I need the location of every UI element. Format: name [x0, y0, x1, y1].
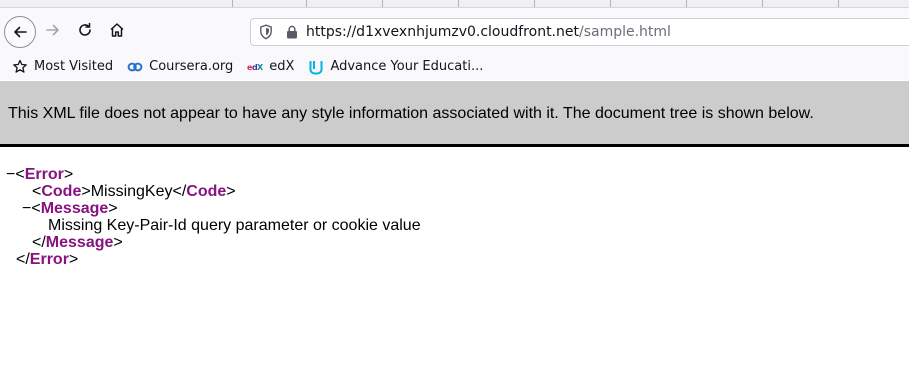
bookmark-edx[interactable]: e d X edX: [243, 56, 298, 78]
collapse-toggle[interactable]: −: [22, 200, 31, 217]
bookmark-coursera[interactable]: Coursera.org: [123, 56, 237, 78]
bookmark-udacity[interactable]: Advance Your Educati...: [304, 56, 487, 78]
url-path: /sample.html: [578, 24, 671, 40]
xml-tag-error: Error: [24, 166, 64, 183]
bookmark-label: Most Visited: [34, 59, 114, 74]
xml-line-message-open: −<Message>: [22, 200, 118, 217]
bookmark-label: Coursera.org: [149, 59, 234, 74]
xml-code-value: MissingKey: [90, 183, 173, 200]
svg-text:X: X: [257, 63, 263, 72]
forward-button[interactable]: [38, 15, 68, 45]
xml-tag-error: Error: [29, 251, 69, 268]
xml-info-text: This XML file does not appear to have an…: [8, 104, 814, 122]
xml-info-banner: This XML file does not appear to have an…: [0, 81, 909, 147]
xml-tag-code: Code: [41, 183, 82, 200]
bookmarks-toolbar: Most Visited Coursera.org e d X edX Adva…: [0, 53, 909, 80]
tab-separator: [762, 0, 763, 7]
tab-separator: [306, 0, 307, 7]
collapse-toggle[interactable]: −: [6, 166, 15, 183]
back-button[interactable]: [4, 16, 36, 48]
xml-line-error-close: </Error>: [16, 251, 79, 268]
gear-icon: [12, 59, 28, 75]
tab-separator: [610, 0, 611, 7]
reload-button[interactable]: [70, 15, 100, 45]
xml-line-message-close: </Message>: [32, 234, 123, 251]
coursera-icon: [127, 59, 143, 75]
url-text[interactable]: https://d1xvexnhjumzv0.cloudfront.net/sa…: [306, 24, 671, 40]
edx-icon: e d X: [247, 59, 263, 75]
xml-line-code: <Code>MissingKey</Code>: [32, 183, 236, 200]
reload-icon: [79, 22, 91, 36]
shield-icon[interactable]: [259, 24, 273, 40]
xml-tag-message: Message: [45, 234, 114, 251]
bookmark-label: edX: [269, 59, 295, 74]
udacity-icon: [308, 59, 324, 75]
navigation-toolbar: https://d1xvexnhjumzv0.cloudfront.net/sa…: [0, 8, 909, 53]
xml-message-value: Missing Key-Pair-Id query parameter or c…: [48, 217, 421, 234]
xml-line-error-open: −<Error>: [6, 166, 74, 183]
tab-separator: [232, 0, 233, 7]
tab-separator: [458, 0, 459, 7]
xml-tag-message: Message: [40, 200, 109, 217]
tab-strip: [0, 0, 909, 8]
tab-separator: [382, 0, 383, 7]
xml-tag-code: Code: [186, 183, 227, 200]
url-host: https://d1xvexnhjumzv0.cloudfront.net: [306, 24, 579, 40]
address-bar[interactable]: https://d1xvexnhjumzv0.cloudfront.net/sa…: [250, 18, 909, 46]
tab-separator: [838, 0, 839, 7]
home-button[interactable]: [102, 15, 132, 45]
bookmark-most-visited[interactable]: Most Visited: [8, 56, 117, 78]
arrow-right-icon: [46, 24, 59, 36]
tab-separator: [686, 0, 687, 7]
home-icon: [110, 23, 124, 37]
arrow-left-icon: [14, 26, 27, 38]
tab-separator: [534, 0, 535, 7]
bookmark-label: Advance Your Educati...: [330, 59, 484, 74]
lock-icon[interactable]: [286, 25, 298, 39]
